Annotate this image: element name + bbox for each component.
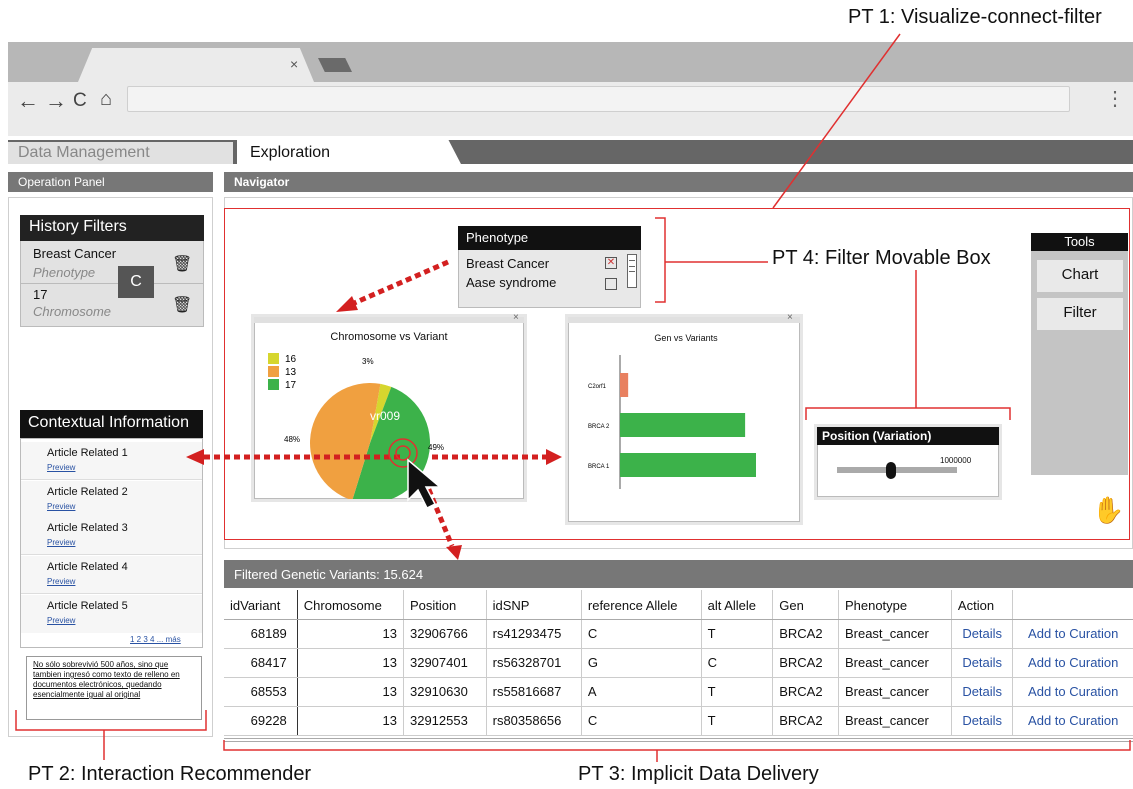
table-row: 68417 13 32907401 rs56328701 G C BRCA2 B…	[224, 648, 1133, 678]
cell-position: 32907401	[403, 648, 487, 678]
cell-gen: BRCA2	[772, 677, 839, 707]
cell-idsnp: rs41293475	[486, 619, 582, 649]
cell-ref-allele: C	[581, 619, 702, 649]
cell-ref-allele: G	[581, 648, 702, 678]
table-row: 68189 13 32906766 rs41293475 C T BRCA2 B…	[224, 619, 1133, 649]
details-link[interactable]: Details	[951, 677, 1014, 707]
variants-table: idVariant Chromosome Position idSNP refe…	[224, 590, 1133, 736]
column-header[interactable]: Chromosome	[297, 590, 404, 620]
tab-exploration[interactable]: Exploration	[237, 140, 462, 166]
divider	[21, 283, 203, 284]
cell-phenotype: Breast_cancer	[838, 677, 952, 707]
cell-chromosome: 13	[297, 648, 404, 678]
list-item[interactable]: Article Related 1 Preview	[21, 442, 202, 480]
cell-position: 32912553	[403, 706, 487, 736]
cell-alt-allele: T	[701, 677, 774, 707]
cell-idvariant: 68553	[224, 677, 298, 707]
list-item[interactable]: Article Related 5 Preview	[21, 595, 202, 633]
preview-link[interactable]: Preview	[47, 538, 202, 547]
column-header[interactable]: alt Allele	[701, 590, 774, 620]
history-filter-value: 17	[33, 287, 48, 302]
cell-chromosome: 13	[297, 619, 404, 649]
trash-icon[interactable]: 🗑	[172, 254, 192, 274]
column-header[interactable]: Phenotype	[838, 590, 952, 620]
details-link[interactable]: Details	[951, 619, 1014, 649]
cell-alt-allele: T	[701, 706, 774, 736]
list-item[interactable]: Article Related 4 Preview	[21, 556, 202, 594]
pt4-annotation: PT 4: Filter Movable Box	[772, 247, 991, 269]
cell-chromosome: 13	[297, 677, 404, 707]
pt1-annotation: PT 1: Visualize-connect-filter	[848, 6, 1102, 28]
browser-tab[interactable]	[78, 48, 314, 82]
column-header[interactable]: Action	[951, 590, 1014, 620]
column-header[interactable]: idSNP	[486, 590, 582, 620]
cell-phenotype: Breast_cancer	[838, 619, 952, 649]
cell-idsnp: rs56328701	[486, 648, 582, 678]
reload-icon[interactable]: C	[73, 90, 87, 112]
cell-chromosome: 13	[297, 706, 404, 736]
list-item[interactable]: Article Related 3 Preview	[21, 517, 202, 555]
trash-icon[interactable]: 🗑	[172, 295, 192, 315]
cell-ref-allele: A	[581, 677, 702, 707]
cell-position: 32910630	[403, 677, 487, 707]
history-filter-type: Chromosome	[33, 304, 112, 319]
table-footer	[224, 738, 1133, 742]
close-tab-icon[interactable]: ×	[290, 56, 298, 72]
cell-phenotype: Breast_cancer	[838, 648, 952, 678]
cell-ref-allele: C	[581, 706, 702, 736]
details-link[interactable]: Details	[951, 648, 1014, 678]
cell-idvariant: 68189	[224, 619, 298, 649]
pt2-annotation: PT 2: Interaction Recommender	[28, 763, 312, 785]
back-arrow-icon[interactable]: ←	[17, 88, 39, 114]
table-title: Filtered Genetic Variants: 15.624	[224, 560, 1133, 588]
operation-panel-header: Operation Panel	[8, 172, 213, 192]
cell-gen: BRCA2	[772, 619, 839, 649]
preview-link[interactable]: Preview	[47, 577, 202, 586]
preview-link[interactable]: Preview	[47, 502, 202, 511]
cell-idsnp: rs80358656	[486, 706, 582, 736]
cell-idvariant: 68417	[224, 648, 298, 678]
cell-idvariant: 69228	[224, 706, 298, 736]
browser-menu-icon[interactable]: ⋮	[1105, 86, 1125, 111]
add-to-curation-link[interactable]: Add to Curation	[1012, 706, 1133, 736]
cell-idsnp: rs55816687	[486, 677, 582, 707]
contextual-information-title: Contextual Information	[20, 410, 203, 438]
column-header[interactable]: Gen	[772, 590, 839, 620]
column-header	[1012, 590, 1133, 620]
list-item[interactable]: Article Related 2 Preview	[21, 481, 202, 519]
contextual-note[interactable]: No sólo sobrevivió 500 años, sino que ta…	[26, 656, 202, 720]
preview-link[interactable]: Preview	[47, 616, 202, 625]
clear-filter-badge[interactable]: C	[118, 266, 154, 298]
table-row: 69228 13 32912553 rs80358656 C T BRCA2 B…	[224, 706, 1133, 736]
cell-position: 32906766	[403, 619, 487, 649]
pt3-annotation: PT 3: Implicit Data Delivery	[578, 763, 819, 785]
add-to-curation-link[interactable]: Add to Curation	[1012, 619, 1133, 649]
add-to-curation-link[interactable]: Add to Curation	[1012, 648, 1133, 678]
pagination-links[interactable]: 1 2 3 4 ... más	[130, 635, 181, 644]
cell-gen: BRCA2	[772, 706, 839, 736]
column-header[interactable]: Position	[403, 590, 487, 620]
column-header[interactable]: idVariant	[224, 590, 298, 620]
column-header[interactable]: reference Allele	[581, 590, 702, 620]
preview-link[interactable]: Preview	[47, 463, 202, 472]
cell-phenotype: Breast_cancer	[838, 706, 952, 736]
history-filters-title: History Filters	[20, 215, 204, 241]
home-icon[interactable]: ⌂	[100, 88, 112, 111]
pt1-highlight-frame	[224, 208, 1130, 540]
forward-arrow-icon[interactable]: →	[45, 88, 67, 114]
history-filter-type: Phenotype	[33, 265, 96, 280]
navigator-header: Navigator	[224, 172, 1133, 192]
history-filter-value: Breast Cancer	[33, 246, 117, 261]
cell-alt-allele: T	[701, 619, 774, 649]
table-row: 68553 13 32910630 rs55816687 A T BRCA2 B…	[224, 677, 1133, 707]
address-bar[interactable]	[127, 86, 1070, 112]
cell-gen: BRCA2	[772, 648, 839, 678]
add-to-curation-link[interactable]: Add to Curation	[1012, 677, 1133, 707]
details-link[interactable]: Details	[951, 706, 1014, 736]
cell-alt-allele: C	[701, 648, 774, 678]
tab-data-management[interactable]: Data Management	[8, 142, 233, 164]
